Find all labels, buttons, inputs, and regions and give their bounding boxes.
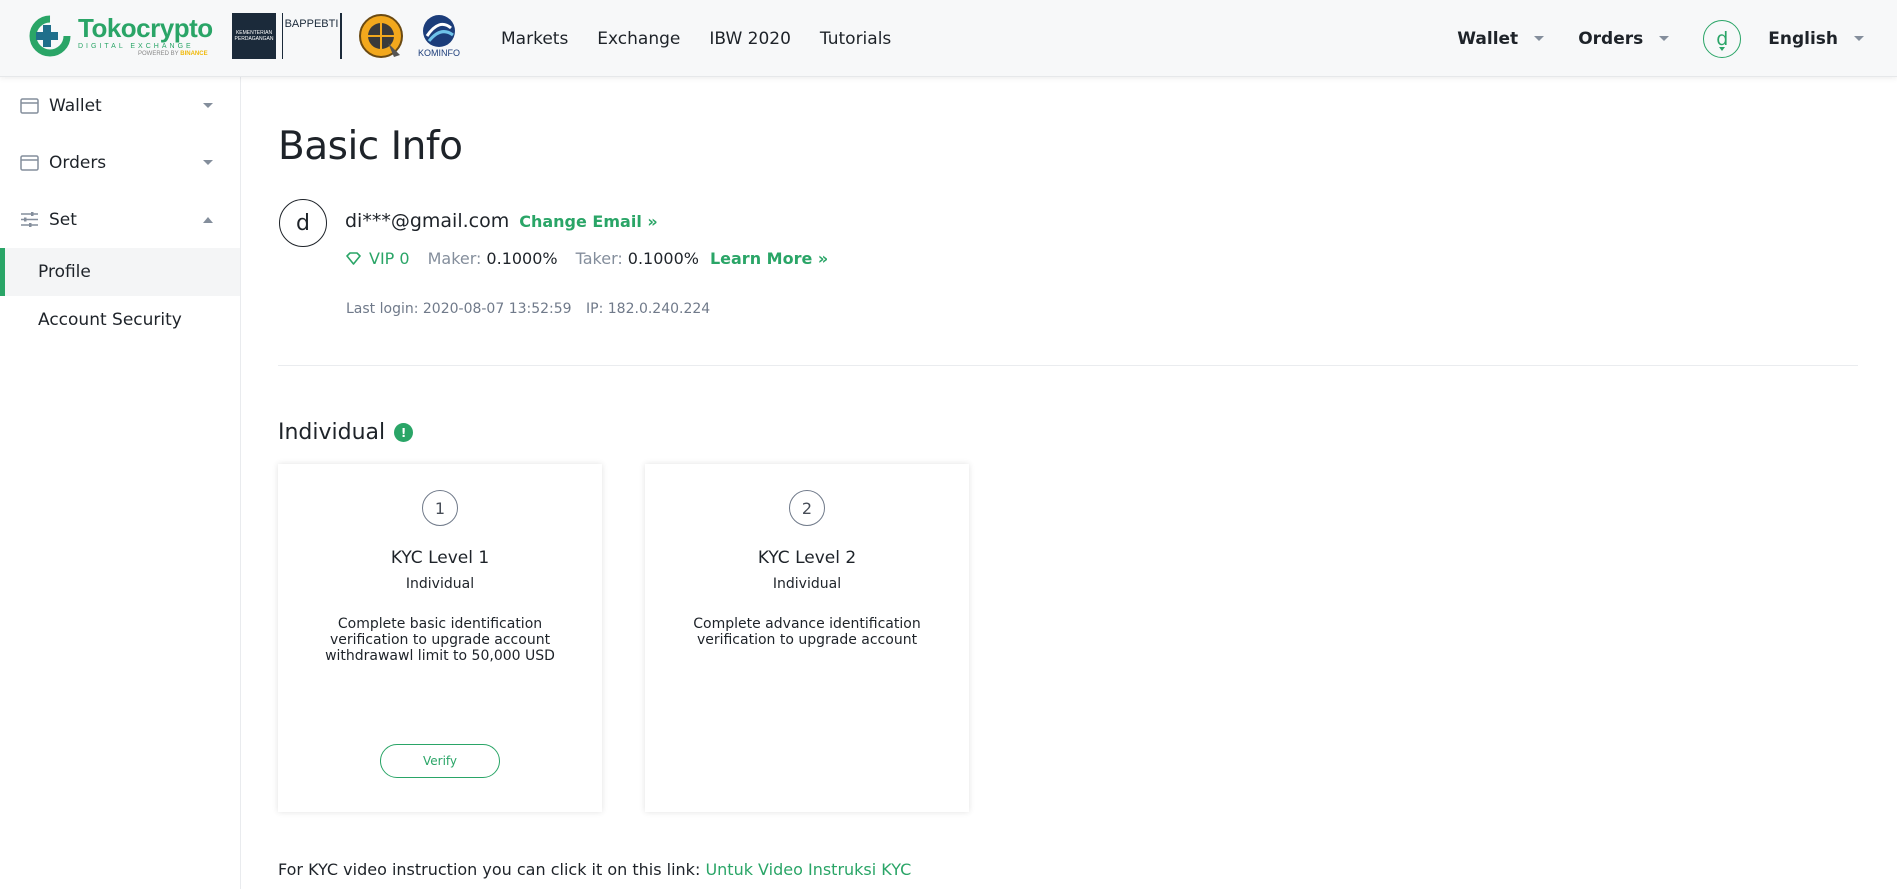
chevron-down-icon (1854, 36, 1864, 41)
section-title-label: Individual (278, 420, 386, 445)
kyc-step-number: 2 (789, 490, 825, 526)
orders-icon (20, 155, 39, 171)
vip-level-label: VIP 0 (369, 249, 410, 268)
kyc-step-number: 1 (422, 490, 458, 526)
kominfo-icon (423, 15, 455, 47)
kominfo-logo: KOMINFO (412, 13, 466, 59)
sidebar: Wallet Orders Set Profile Account Securi… (0, 77, 241, 889)
kemendag-label: KEMENTERIAN PERDAGANGAN (234, 30, 274, 42)
user-avatar-menu[interactable]: d (1703, 19, 1742, 58)
wallet-dropdown-label: Wallet (1457, 28, 1519, 49)
language-dropdown[interactable]: English (1768, 29, 1864, 49)
bappebti-logo: BAPPEBTI (282, 13, 342, 59)
chevron-down-icon (203, 160, 213, 165)
sidebar-item-label: Set (49, 209, 77, 230)
kyc-level-name: KYC Level 2 (757, 548, 857, 568)
taker-fee-value: 0.1000% (627, 249, 699, 268)
change-email-link[interactable]: Change Email » (519, 212, 657, 231)
sidebar-item-profile[interactable]: Profile (0, 248, 240, 296)
logo-subtitle: DIGITAL EXCHANGE (78, 43, 194, 50)
kyc-level-1-card: 1 KYC Level 1 Individual Complete basic … (278, 464, 602, 812)
powered-by-text: POWERED BY (138, 51, 179, 57)
nav-markets[interactable]: Markets (501, 29, 568, 49)
last-login-ip: IP: 182.0.240.224 (586, 301, 711, 317)
iso-certification-badge (357, 13, 405, 59)
vip-level: VIP 0 (346, 249, 410, 268)
nav-exchange[interactable]: Exchange (597, 29, 680, 49)
kominfo-label: KOMINFO (418, 48, 460, 58)
kyc-level-type: Individual (405, 576, 475, 592)
sidebar-item-label: Orders (49, 152, 107, 173)
nav-ibw-2020[interactable]: IBW 2020 (709, 29, 791, 49)
logo-title: Tokocrypto (78, 13, 213, 43)
chevron-up-icon (203, 217, 213, 223)
wallet-dropdown[interactable]: Wallet (1457, 28, 1545, 49)
sidebar-item-label: Wallet (49, 95, 102, 116)
vip-fee-row: VIP 0 Maker: 0.1000% Taker: 0.1000% Lear… (346, 249, 828, 268)
iso-badge-icon (359, 14, 403, 58)
kyc-level-name: KYC Level 1 (390, 548, 490, 568)
chevron-down-icon (203, 103, 213, 108)
powered-by-brand: BINANCE (180, 51, 208, 57)
chevron-down-icon (1659, 36, 1670, 41)
settings-sliders-icon (21, 212, 38, 227)
kyc-level-description: Complete basic identification verificati… (325, 616, 555, 664)
last-login-time: Last login: 2020-08-07 13:52:59 (346, 301, 572, 317)
page-title: Basic Info (278, 124, 463, 169)
nav-right-actions: Wallet Orders d English (1457, 0, 1864, 77)
tokocrypto-logo[interactable]: Tokocrypto DIGITAL EXCHANGE POWERED BY B… (28, 10, 213, 62)
kyc-video-text: For KYC video instruction you can click … (278, 860, 701, 879)
verify-button[interactable]: Verify (380, 744, 500, 778)
wallet-icon (20, 98, 39, 114)
profile-avatar: d (279, 199, 327, 247)
top-navigation: Tokocrypto DIGITAL EXCHANGE POWERED BY B… (0, 0, 1897, 77)
kemendag-logo: KEMENTERIAN PERDAGANGAN (232, 13, 276, 59)
sidebar-item-orders[interactable]: Orders (0, 134, 240, 191)
sidebar-item-wallet[interactable]: Wallet (0, 77, 240, 134)
last-login-info: Last login: 2020-08-07 13:52:59 IP: 182.… (346, 301, 710, 317)
kyc-level-2-card: 2 KYC Level 2 Individual Complete advanc… (645, 464, 969, 812)
kyc-level-description: Complete advance identification verifica… (693, 616, 921, 648)
nav-tutorials[interactable]: Tutorials (820, 29, 891, 49)
chevron-down-icon (1534, 36, 1545, 41)
logo-powered-by: POWERED BY BINANCE (78, 51, 213, 57)
avatar-initial: d (1716, 27, 1729, 50)
main-nav: Markets Exchange IBW 2020 Tutorials (501, 0, 920, 77)
language-label: English (1768, 28, 1838, 49)
kyc-video-instruction: For KYC video instruction you can click … (278, 860, 911, 879)
maker-fee-value: 0.1000% (486, 249, 558, 268)
taker-fee-label: Taker: (575, 249, 623, 268)
diamond-icon (346, 252, 361, 265)
maker-fee-label: Maker: (427, 249, 482, 268)
sidebar-item-account-security[interactable]: Account Security (0, 296, 240, 344)
profile-avatar-initial: d (296, 210, 310, 236)
learn-more-link[interactable]: Learn More » (710, 249, 828, 268)
kyc-video-link[interactable]: Untuk Video Instruksi KYC (705, 860, 911, 879)
alert-icon[interactable]: ! (394, 423, 414, 442)
sidebar-item-set[interactable]: Set (0, 191, 240, 248)
tokocrypto-logo-icon (29, 15, 71, 57)
section-divider (278, 365, 1858, 366)
bappebti-label: BAPPEBTI (284, 18, 339, 30)
user-email: di***@gmail.com (345, 210, 510, 232)
email-row: di***@gmail.com Change Email » (345, 210, 658, 232)
individual-section-title: Individual ! (278, 420, 414, 445)
orders-dropdown-label: Orders (1578, 28, 1644, 49)
orders-dropdown[interactable]: Orders (1578, 28, 1670, 49)
kyc-level-type: Individual (772, 576, 842, 592)
